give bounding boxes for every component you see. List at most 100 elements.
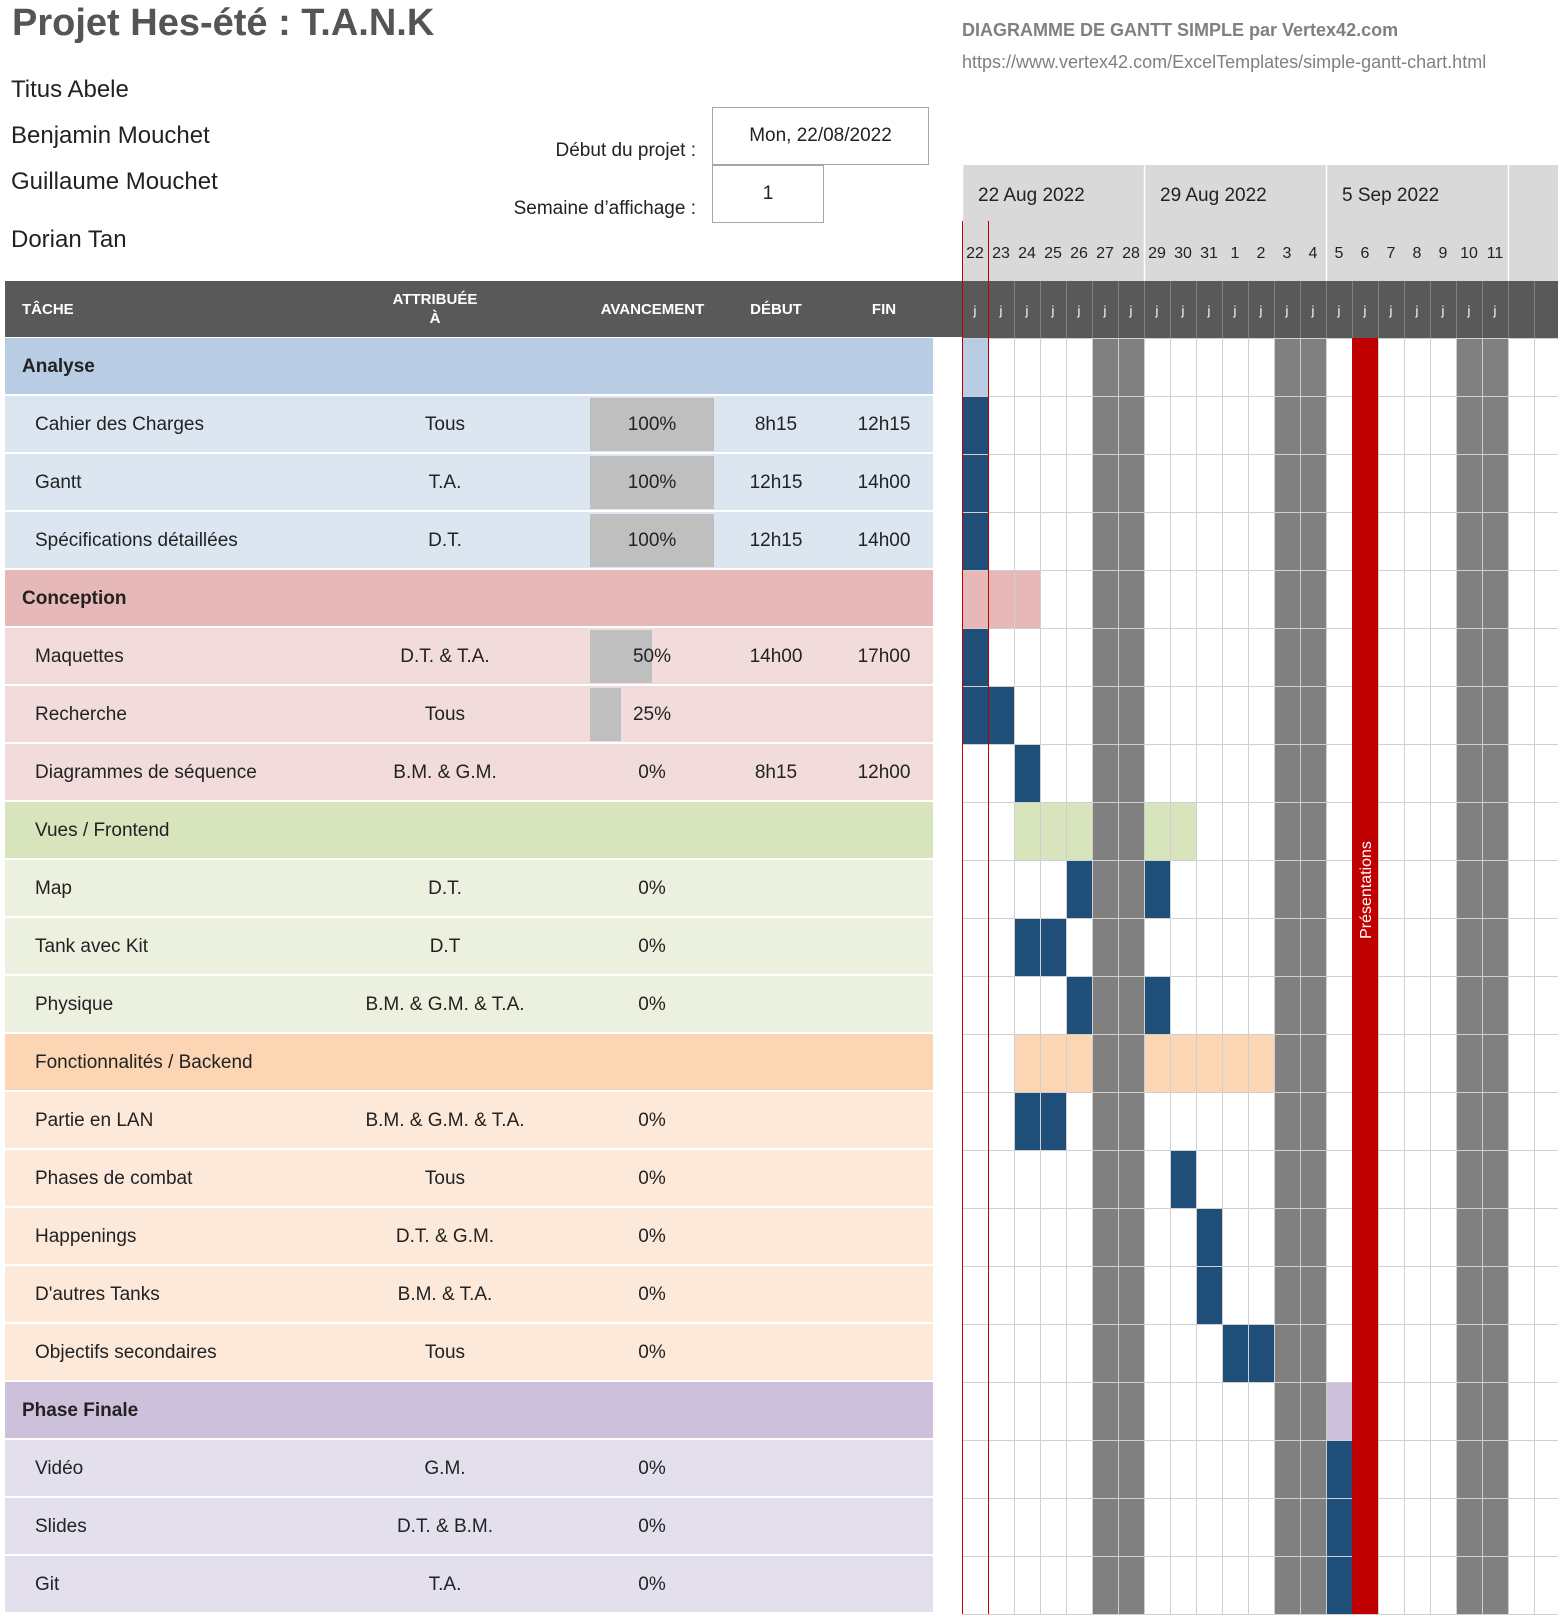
task-start[interactable] — [717, 1266, 835, 1323]
task-end[interactable] — [835, 1150, 933, 1207]
task-end[interactable] — [835, 686, 933, 743]
task-name[interactable]: Happenings — [35, 1208, 365, 1265]
task-progress[interactable]: 0% — [590, 1268, 714, 1321]
task-assigned[interactable]: D.T. — [345, 512, 545, 569]
task-assigned[interactable]: T.A. — [345, 454, 545, 511]
task-end[interactable] — [835, 1266, 933, 1323]
task-progress[interactable]: 0% — [590, 978, 714, 1031]
task-assigned[interactable]: D.T. — [345, 860, 545, 917]
task-assigned[interactable]: T.A. — [345, 1556, 545, 1613]
task-start[interactable] — [717, 976, 835, 1033]
task-assigned[interactable]: D.T. & T.A. — [345, 628, 545, 685]
task-progress[interactable]: 0% — [590, 1094, 714, 1147]
task-end[interactable]: 14h00 — [835, 512, 933, 569]
task-progress[interactable]: 25% — [590, 688, 714, 741]
task-end[interactable] — [835, 1324, 933, 1381]
task-assigned[interactable]: B.M. & G.M. — [345, 744, 545, 801]
task-assigned[interactable]: Tous — [345, 686, 545, 743]
phase-name[interactable]: Vues / Frontend — [35, 802, 635, 859]
task-name[interactable]: Cahier des Charges — [35, 396, 365, 453]
task-end[interactable] — [835, 976, 933, 1033]
task-progress[interactable]: 0% — [590, 862, 714, 915]
task-assigned[interactable]: Tous — [345, 396, 545, 453]
task-start[interactable] — [717, 1150, 835, 1207]
task-progress[interactable]: 0% — [590, 1152, 714, 1205]
task-progress[interactable]: 100% — [590, 398, 714, 451]
task-end[interactable]: 12h15 — [835, 396, 933, 453]
task-name[interactable]: Slides — [35, 1498, 365, 1555]
task-end[interactable]: 12h00 — [835, 744, 933, 801]
task-start[interactable] — [717, 860, 835, 917]
task-name[interactable]: Git — [35, 1556, 365, 1613]
phase-name[interactable]: Conception — [22, 570, 622, 627]
task-name[interactable]: Maquettes — [35, 628, 365, 685]
task-name[interactable]: D'autres Tanks — [35, 1266, 365, 1323]
task-assigned[interactable]: G.M. — [345, 1440, 545, 1497]
task-assigned[interactable]: Tous — [345, 1150, 545, 1207]
task-name[interactable]: Recherche — [35, 686, 365, 743]
task-end[interactable] — [835, 1208, 933, 1265]
task-progress[interactable]: 0% — [590, 920, 714, 973]
task-start[interactable] — [717, 1208, 835, 1265]
task-assigned[interactable]: D.T — [345, 918, 545, 975]
task-progress[interactable]: 0% — [590, 1500, 714, 1553]
task-end[interactable] — [835, 1498, 933, 1555]
project-start-field[interactable]: Mon, 22/08/2022 — [712, 107, 929, 165]
task-start[interactable]: 12h15 — [717, 454, 835, 511]
task-assigned[interactable]: B.M. & G.M. & T.A. — [345, 976, 545, 1033]
task-end[interactable] — [835, 860, 933, 917]
task-name[interactable]: Spécifications détaillées — [35, 512, 365, 569]
task-end[interactable]: 17h00 — [835, 628, 933, 685]
task-start[interactable]: 12h15 — [717, 512, 835, 569]
day-letter: j — [1493, 303, 1497, 318]
task-name[interactable]: Objectifs secondaires — [35, 1324, 365, 1381]
task-name[interactable]: Physique — [35, 976, 365, 1033]
task-name[interactable]: Partie en LAN — [35, 1092, 365, 1149]
task-name[interactable]: Phases de combat — [35, 1150, 365, 1207]
task-name[interactable]: Vidéo — [35, 1440, 365, 1497]
template-link[interactable]: https://www.vertex42.com/ExcelTemplates/… — [962, 52, 1486, 73]
phase-name[interactable]: Fonctionnalités / Backend — [35, 1034, 635, 1091]
task-start[interactable] — [717, 1324, 835, 1381]
display-week-field[interactable]: 1 — [712, 165, 824, 223]
task-start[interactable]: 8h15 — [717, 396, 835, 453]
task-progress[interactable]: 0% — [590, 746, 714, 799]
task-progress[interactable]: 0% — [590, 1210, 714, 1263]
task-start[interactable] — [717, 1092, 835, 1149]
task-progress[interactable]: 0% — [590, 1442, 714, 1495]
phase-name[interactable]: Phase Finale — [22, 1382, 622, 1439]
day-letter: j — [1259, 303, 1263, 318]
task-start[interactable] — [717, 686, 835, 743]
task-end[interactable] — [835, 1092, 933, 1149]
task-start[interactable] — [717, 1440, 835, 1497]
task-start[interactable] — [717, 1556, 835, 1613]
task-progress[interactable]: 50% — [590, 630, 714, 683]
task-start[interactable] — [717, 1498, 835, 1555]
phase-summary-bar — [988, 570, 1014, 628]
task-progress[interactable]: 0% — [590, 1558, 714, 1611]
task-name[interactable]: Tank avec Kit — [35, 918, 365, 975]
progress-value: 100% — [627, 471, 677, 493]
task-name[interactable]: Gantt — [35, 454, 365, 511]
task-end[interactable] — [835, 1440, 933, 1497]
task-progress[interactable]: 0% — [590, 1326, 714, 1379]
progress-value: 25% — [632, 703, 672, 725]
task-progress[interactable]: 100% — [590, 514, 714, 567]
task-name[interactable]: Diagrammes de séquence — [35, 744, 365, 801]
progress-value: 0% — [638, 1167, 666, 1189]
task-assigned[interactable]: Tous — [345, 1324, 545, 1381]
task-end[interactable] — [835, 918, 933, 975]
task-name[interactable]: Map — [35, 860, 365, 917]
phase-name[interactable]: Analyse — [22, 338, 622, 395]
task-assigned[interactable]: B.M. & T.A. — [345, 1266, 545, 1323]
task-assigned[interactable]: B.M. & G.M. & T.A. — [345, 1092, 545, 1149]
task-assigned[interactable]: D.T. & G.M. — [345, 1208, 545, 1265]
task-end[interactable] — [835, 1556, 933, 1613]
task-start[interactable]: 8h15 — [717, 744, 835, 801]
task-row: Cahier des Charges Tous 100% 8h15 12h15 — [5, 396, 933, 452]
task-progress[interactable]: 100% — [590, 456, 714, 509]
task-assigned[interactable]: D.T. & B.M. — [345, 1498, 545, 1555]
task-start[interactable]: 14h00 — [717, 628, 835, 685]
task-start[interactable] — [717, 918, 835, 975]
task-end[interactable]: 14h00 — [835, 454, 933, 511]
